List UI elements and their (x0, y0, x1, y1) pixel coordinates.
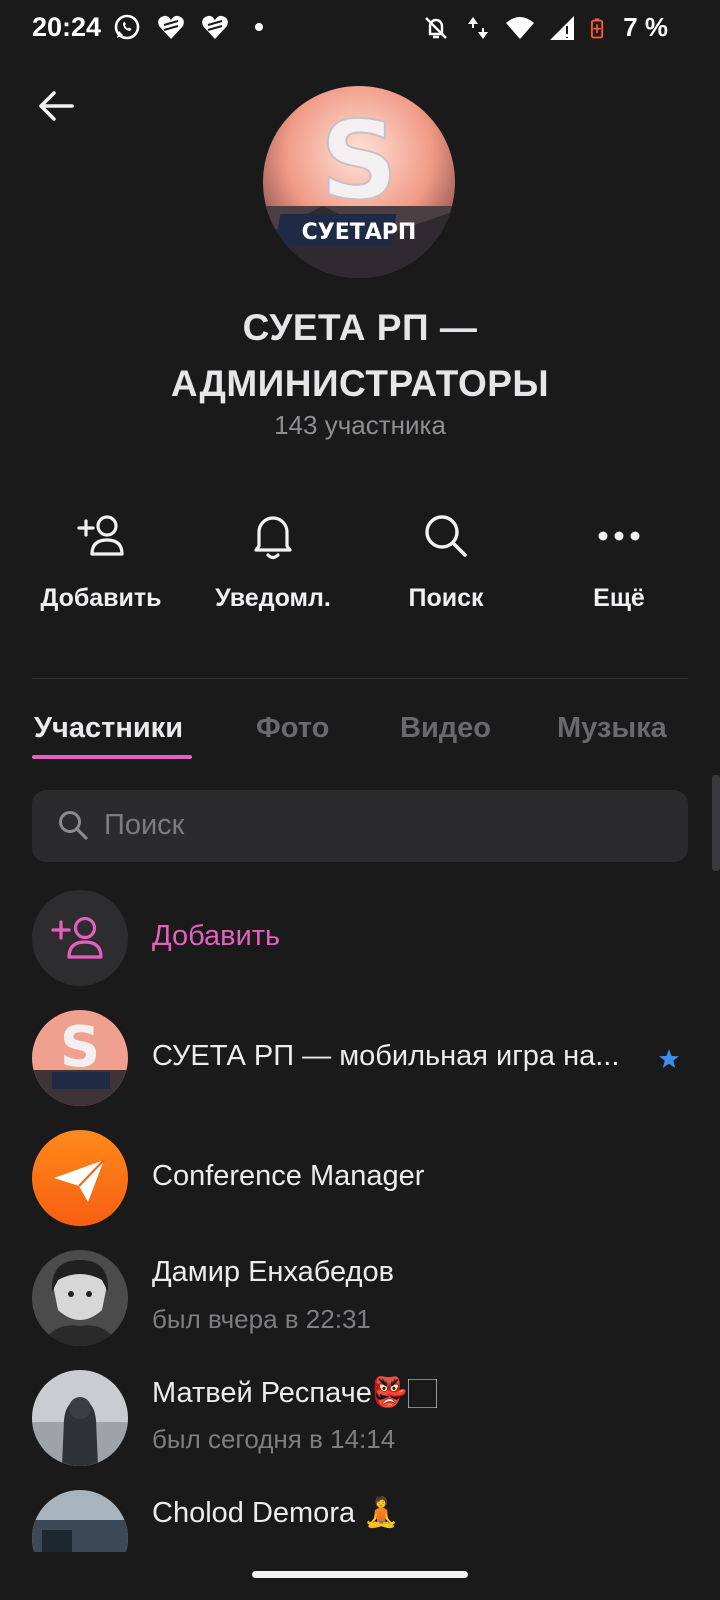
search-action-label: Поиск (408, 584, 484, 612)
tab-photos[interactable]: Фото (256, 712, 329, 745)
more-action-button[interactable]: Ещё (534, 510, 704, 613)
member-status: был сегодня в 14:14 (152, 1424, 396, 1454)
add-user-icon (51, 916, 103, 959)
scrollbar[interactable] (712, 775, 720, 871)
search-icon (59, 811, 88, 840)
signal-icon (550, 15, 575, 40)
action-bar: Добавить Уведомл. Поиск Ещё (0, 510, 720, 620)
list-item[interactable]: Conference Manager (32, 1130, 702, 1226)
list-item[interactable]: S СУЕТА РП — мобильная игра на... (32, 1010, 702, 1106)
member-status: был вчера в 22:31 (152, 1304, 371, 1334)
member-name: Conference Manager (152, 1160, 425, 1192)
group-title: СУЕТА РП — АДМИНИСТРАТОРЫ (170, 307, 550, 404)
list-item[interactable]: Дамир Енхабедов был вчера в 22:31 (32, 1250, 702, 1346)
back-arrow-icon[interactable] (34, 84, 78, 128)
avatar: S (32, 1010, 128, 1106)
member-name: Матвей Респаче👺🏻 (152, 1377, 437, 1409)
pharaoh-emoji: 👺🏻 (371, 1377, 437, 1409)
avatar (32, 1370, 128, 1466)
more-icon (598, 531, 640, 541)
svg-text:S: S (60, 1015, 100, 1080)
verified-star-icon (659, 1049, 679, 1068)
status-time: 20:24 (32, 12, 102, 42)
data-arrows-icon (468, 16, 489, 39)
meditation-emoji: 🧘 (363, 1497, 400, 1529)
wifi-icon (506, 16, 535, 39)
tab-bar: Участники Фото Видео Музыка (32, 706, 720, 762)
home-indicator[interactable] (252, 1571, 468, 1578)
active-tab-indicator (32, 755, 192, 759)
svg-text:S: S (320, 99, 398, 224)
whatsapp-icon (114, 14, 140, 40)
heart-icon (158, 15, 184, 40)
paper-plane-icon (54, 1159, 105, 1202)
battery-icon (591, 17, 604, 38)
more-action-label: Ещё (593, 584, 645, 612)
search-icon (425, 515, 467, 557)
member-search-input[interactable]: Поиск (32, 790, 688, 862)
notifications-action-button[interactable]: Уведомл. (188, 510, 358, 613)
add-member-avatar (32, 890, 128, 986)
divider (32, 678, 688, 679)
search-action-button[interactable]: Поиск (361, 510, 531, 613)
add-user-icon (77, 515, 124, 556)
bell-icon (254, 516, 292, 560)
add-member-action-button[interactable]: Добавить (16, 510, 186, 613)
tab-videos[interactable]: Видео (400, 712, 491, 745)
add-member-label: Добавить (152, 920, 281, 952)
search-placeholder: Поиск (104, 809, 185, 841)
bell-off-icon (425, 16, 448, 39)
add-action-label: Добавить (40, 584, 162, 612)
avatar (32, 1130, 128, 1226)
group-avatar-logo-text: СУЕТАРП (302, 220, 417, 245)
tab-music[interactable]: Музыка (557, 712, 667, 745)
dot-icon (255, 23, 263, 31)
member-name: СУЕТА РП — мобильная игра на... (152, 1040, 620, 1072)
heart-icon (202, 15, 228, 40)
status-bar: 20:24 7 % (0, 0, 720, 56)
add-member-row[interactable]: Добавить (32, 890, 702, 986)
notifications-action-label: Уведомл. (215, 584, 331, 612)
avatar (32, 1250, 128, 1346)
tab-members[interactable]: Участники (34, 712, 183, 745)
member-count: 143 участника (274, 410, 446, 440)
battery-percentage: 7 % (623, 12, 668, 42)
group-avatar[interactable]: S СУЕТАРП (263, 86, 455, 278)
list-item[interactable]: Матвей Респаче👺🏻 был сегодня в 14:14 (32, 1370, 702, 1466)
member-name: Cholod Demora 🧘 (152, 1497, 400, 1529)
member-name: Дамир Енхабедов (152, 1256, 394, 1288)
